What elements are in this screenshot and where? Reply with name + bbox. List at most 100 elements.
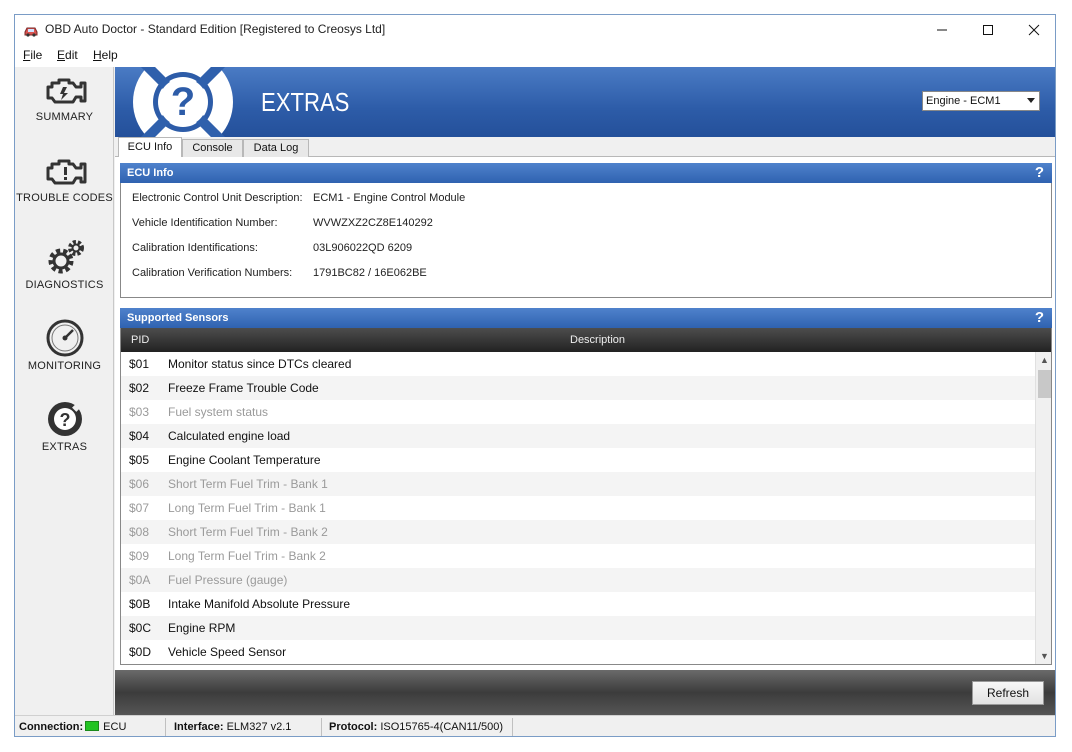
- ecu-info-row: Vehicle Identification Number: WVWZXZ2CZ…: [132, 217, 433, 229]
- svg-text:?: ?: [171, 80, 195, 124]
- sensor-description: Fuel system status: [168, 405, 269, 419]
- nav-extras[interactable]: ? EXTRAS: [15, 399, 114, 475]
- ecu-info-value: 1791BC82 / 16E062BE: [313, 267, 427, 279]
- protocol-label: Protocol:: [329, 721, 378, 733]
- table-row[interactable]: $02 Freeze Frame Trouble Code: [121, 376, 1035, 400]
- tab-ecu-info[interactable]: ECU Info: [118, 137, 182, 158]
- nav-summary[interactable]: SUMMARY: [15, 75, 114, 151]
- nav-trouble-codes[interactable]: TROUBLE CODES: [15, 156, 114, 232]
- scroll-up-icon[interactable]: ▲: [1040, 355, 1049, 365]
- tab-ecu-info-label: ECU Info: [127, 141, 173, 153]
- sensor-pid: $08: [129, 525, 150, 539]
- table-row[interactable]: $05 Engine Coolant Temperature: [121, 448, 1035, 472]
- table-header: PID Description: [121, 328, 1051, 352]
- sensor-pid: $0B: [129, 597, 151, 611]
- nav-diagnostics-label: DIAGNOSTICS: [25, 279, 104, 291]
- sensors-title: Supported Sensors: [127, 312, 229, 324]
- extras-header-icon: ?: [132, 67, 234, 137]
- title-bar[interactable]: OBD Auto Doctor - Standard Edition [Regi…: [15, 15, 1055, 45]
- table-row[interactable]: $06 Short Term Fuel Trim - Bank 1: [121, 472, 1035, 496]
- ecu-info-label: Vehicle Identification Number:: [132, 217, 278, 229]
- sensor-description: Long Term Fuel Trim - Bank 1: [168, 501, 326, 515]
- nav-summary-label: SUMMARY: [35, 111, 94, 123]
- close-icon: [1028, 24, 1040, 36]
- app-window: OBD Auto Doctor - Standard Edition [Regi…: [14, 14, 1056, 737]
- sensor-pid: $06: [129, 477, 150, 491]
- refresh-button[interactable]: Refresh: [972, 681, 1044, 705]
- app-icon: [24, 27, 38, 37]
- table-row[interactable]: $0C Engine RPM: [121, 616, 1035, 640]
- footer-bar: Refresh: [115, 670, 1055, 715]
- sensor-pid: $05: [129, 453, 150, 467]
- svg-text:?: ?: [59, 410, 70, 430]
- table-row[interactable]: $04 Calculated engine load: [121, 424, 1035, 448]
- table-row[interactable]: $0B Intake Manifold Absolute Pressure: [121, 592, 1035, 616]
- vertical-scrollbar[interactable]: ▲ ▼: [1035, 352, 1051, 664]
- table-row[interactable]: $0A Fuel Pressure (gauge): [121, 568, 1035, 592]
- sensor-pid: $07: [129, 501, 150, 515]
- table-row[interactable]: $03 Fuel system status: [121, 400, 1035, 424]
- scroll-down-icon[interactable]: ▼: [1040, 651, 1049, 661]
- sensor-description: Long Term Fuel Trim - Bank 2: [168, 549, 326, 563]
- gauge-icon: [46, 319, 83, 357]
- sensor-pid: $0C: [129, 621, 152, 635]
- menu-help[interactable]: Help: [93, 48, 118, 62]
- status-interface: Interface: ELM327 v2.1: [174, 721, 291, 733]
- menu-help-label: elp: [101, 48, 118, 62]
- interface-label: Interface:: [174, 721, 224, 733]
- close-button[interactable]: [1011, 15, 1055, 45]
- table-row[interactable]: $08 Short Term Fuel Trim - Bank 2: [121, 520, 1035, 544]
- protocol-value: ISO15765-4(CAN11/500): [380, 721, 504, 733]
- connection-label: Connection:: [19, 721, 84, 733]
- menu-file[interactable]: File: [23, 48, 42, 62]
- ecu-select-value: Engine - ECM1: [926, 95, 1001, 107]
- help-lifebuoy-icon: ?: [47, 402, 82, 436]
- tab-bar: ECU Info Console Data Log: [115, 137, 1055, 158]
- table-row[interactable]: $0D Vehicle Speed Sensor: [121, 640, 1035, 664]
- ecu-info-value: ECM1 - Engine Control Module: [313, 192, 466, 204]
- ecu-info-label: Electronic Control Unit Description:: [132, 192, 303, 204]
- ecu-info-label: Calibration Identifications:: [132, 242, 258, 254]
- status-divider: [321, 718, 322, 736]
- status-divider: [512, 718, 513, 736]
- ecu-info-row: Electronic Control Unit Description: ECM…: [132, 192, 465, 204]
- ecu-select[interactable]: Engine - ECM1: [922, 91, 1040, 111]
- ecu-info-header: ECU Info ?: [120, 163, 1052, 183]
- table-row[interactable]: $09 Long Term Fuel Trim - Bank 2: [121, 544, 1035, 568]
- connection-value: ECU: [103, 721, 127, 733]
- sensor-description: Intake Manifold Absolute Pressure: [168, 597, 351, 611]
- table-row[interactable]: $07 Long Term Fuel Trim - Bank 1: [121, 496, 1035, 520]
- nav-diagnostics[interactable]: DIAGNOSTICS: [15, 237, 114, 313]
- sensor-description: Short Term Fuel Trim - Bank 2: [168, 525, 328, 539]
- tab-data-log-label: Data Log: [253, 142, 299, 154]
- menu-edit-label: dit: [65, 48, 78, 62]
- engine-warning-icon: [46, 159, 86, 185]
- sensor-pid: $04: [129, 429, 150, 443]
- ecu-info-help-icon[interactable]: ?: [1035, 164, 1044, 181]
- header-banner: ? EXTRAS Engine - ECM1: [115, 67, 1055, 137]
- status-bar: Connection: ECU Interface: ELM327 v2.1 Pr…: [15, 715, 1055, 736]
- tab-console-label: Console: [192, 142, 233, 154]
- tab-data-log[interactable]: Data Log: [243, 139, 309, 157]
- sensor-description: Vehicle Speed Sensor: [168, 645, 287, 659]
- sensor-pid: $0D: [129, 645, 152, 659]
- menu-bar: File Edit Help: [15, 45, 1055, 67]
- column-description[interactable]: Description: [570, 334, 625, 346]
- minimize-icon: [937, 29, 947, 31]
- menu-edit-accel: E: [57, 48, 66, 62]
- minimize-button[interactable]: [919, 15, 965, 45]
- chevron-down-icon: [1027, 98, 1035, 103]
- nav-monitoring[interactable]: MONITORING: [15, 318, 114, 394]
- ecu-info-row: Calibration Verification Numbers: 1791BC…: [132, 267, 427, 279]
- ecu-info-title: ECU Info: [127, 167, 174, 179]
- sensors-header: Supported Sensors ?: [120, 308, 1052, 328]
- maximize-button[interactable]: [965, 15, 1011, 45]
- sensors-help-icon[interactable]: ?: [1035, 309, 1044, 326]
- tab-console[interactable]: Console: [182, 139, 243, 157]
- scrollbar-thumb[interactable]: [1038, 370, 1051, 398]
- menu-edit[interactable]: Edit: [57, 48, 78, 62]
- table-row[interactable]: $01 Monitor status since DTCs cleared: [121, 352, 1035, 376]
- column-pid[interactable]: PID: [131, 334, 149, 346]
- sensor-pid: $0A: [129, 573, 151, 587]
- sensors-table: PID Description $01 Monitor status since …: [120, 328, 1052, 665]
